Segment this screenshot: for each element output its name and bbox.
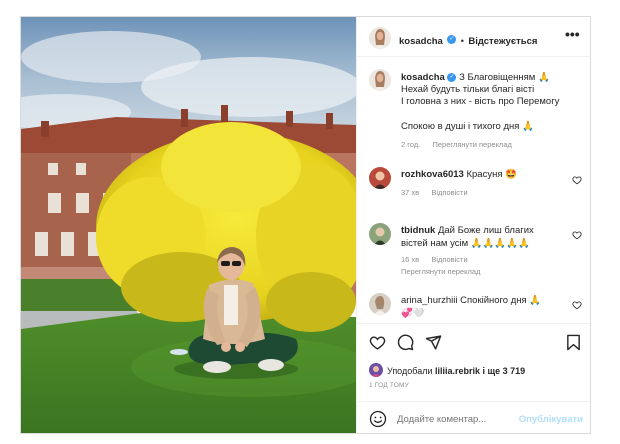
add-comment-bar: Опублікувати <box>357 401 590 433</box>
instagram-post: kosadcha ✓ • Відстежується ••• kosadcha … <box>20 16 591 434</box>
comment-time[interactable]: 16 хв <box>401 255 419 264</box>
comment-reply-button[interactable]: Відповісти <box>431 255 467 264</box>
comment-bubble-icon[interactable] <box>397 334 414 351</box>
caption-verified-icon: ✓ <box>447 72 457 82</box>
caption-line-1: З Благовіщенням 🙏 <box>459 72 550 83</box>
liker-avatar[interactable] <box>369 363 383 377</box>
comment-time[interactable]: 37 хв <box>401 188 419 197</box>
comment-like-heart-icon[interactable] <box>572 300 582 310</box>
verified-badge-icon: ✓ <box>447 35 457 45</box>
share-paper-plane-icon[interactable] <box>425 334 442 351</box>
comment-like-heart-icon[interactable] <box>572 230 582 240</box>
comment-text: Красуня 🤩 <box>466 169 517 180</box>
emoji-smiley-icon[interactable] <box>369 410 387 428</box>
comment-text: Спокійного дня 🙏 <box>460 295 542 306</box>
comment-avatar[interactable] <box>369 167 391 189</box>
caption-time[interactable]: 2 год. <box>401 140 420 149</box>
comment-text-continued: 💞🤍 <box>401 308 425 319</box>
caption: kosadcha ✓ З Благовіщенням 🙏 Нехай будут… <box>401 72 586 149</box>
post-timestamp[interactable]: 1 ГОД ТОМУ <box>369 382 409 389</box>
author-username[interactable]: kosadcha <box>399 36 443 47</box>
author-avatar[interactable] <box>369 27 391 49</box>
photo-illustration <box>21 17 356 433</box>
comment-username[interactable]: tbidnuk <box>401 225 435 236</box>
caption-see-translation[interactable]: Переглянути переклад <box>432 140 511 149</box>
comment-reply-button[interactable]: Відповісти <box>431 188 467 197</box>
comment-text: Дай Боже лиш благих <box>437 225 534 236</box>
caption-author-avatar[interactable] <box>369 69 391 91</box>
comment-avatar[interactable] <box>369 223 391 245</box>
more-options-icon[interactable]: ••• <box>565 27 581 43</box>
add-comment-input[interactable] <box>397 411 515 427</box>
post-actions: Уподобали liliia.rebrik і ще 3 719 1 ГОД… <box>357 323 590 393</box>
comment-text-continued: вістей нам усім 🙏🙏🙏🙏🙏 <box>401 238 530 249</box>
header-separator: • <box>460 36 464 46</box>
bookmark-icon[interactable] <box>566 334 581 351</box>
post-photo[interactable] <box>21 17 356 433</box>
caption-line-4: Спокою в душі і тихого дня 🙏 <box>401 121 534 132</box>
comment-see-translation[interactable]: Переглянути переклад <box>401 267 480 276</box>
caption-username[interactable]: kosadcha <box>401 72 445 83</box>
following-button[interactable]: Відстежується <box>468 36 537 47</box>
post-sidebar: kosadcha ✓ • Відстежується ••• kosadcha … <box>356 17 590 433</box>
comment-username[interactable]: rozhkova6013 <box>401 169 464 180</box>
likes-user-link[interactable]: liliia.rebrik <box>435 366 480 376</box>
comment-avatar[interactable] <box>369 293 391 315</box>
likes-count-link[interactable]: і ще 3 719 <box>483 366 526 376</box>
caption-line-3: І головна з них - вість про Перемогу <box>401 96 560 107</box>
comment-username[interactable]: arina_hurzhiii <box>401 295 458 306</box>
post-header: kosadcha ✓ • Відстежується ••• <box>357 17 590 57</box>
likes-prefix: Уподобали <box>387 366 433 376</box>
like-heart-icon[interactable] <box>369 334 386 351</box>
comment-like-heart-icon[interactable] <box>572 175 582 185</box>
caption-line-2: Нехай будуть тільки благі вісті <box>401 84 535 95</box>
publish-button[interactable]: Опублікувати <box>519 414 583 425</box>
